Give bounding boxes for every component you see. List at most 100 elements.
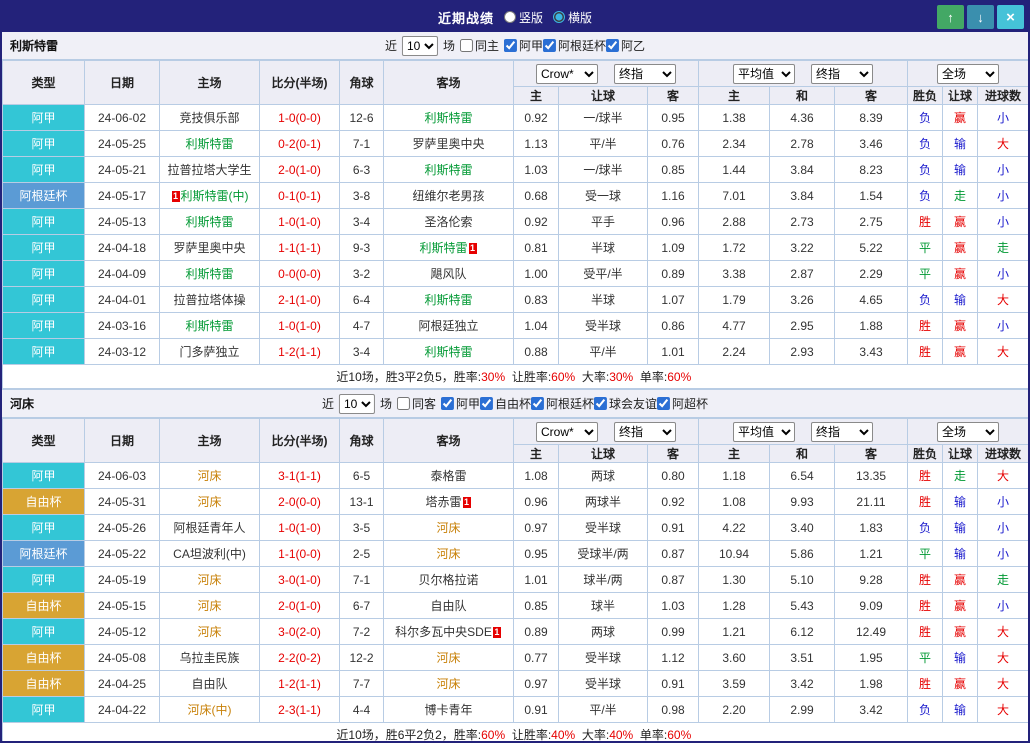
league-filter-checkbox-input[interactable] (594, 396, 608, 410)
away-team-cell[interactable]: 博卡青年 (383, 696, 514, 723)
same-venue-checkbox-input[interactable] (459, 39, 473, 52)
match-count-select[interactable]: 10 (401, 35, 438, 56)
away-team-cell[interactable]: 利斯特雷 (383, 338, 514, 365)
league-filter-checkbox-input[interactable] (480, 396, 493, 410)
league-filter-checkbox[interactable]: 阿根廷杯 (543, 37, 606, 54)
league-filter-checkbox[interactable]: 阿根廷杯 (531, 395, 594, 412)
league-filter-checkbox-input[interactable] (543, 38, 557, 52)
match-score[interactable]: 0-1(0-1) (259, 182, 340, 209)
away-team-cell[interactable]: 圣洛伦索 (383, 208, 514, 235)
league-filter-checkbox[interactable]: 阿甲 (504, 37, 543, 54)
same-venue-checkbox[interactable]: 同客 (396, 395, 436, 412)
away-team-cell[interactable]: 利斯特雷 1 (383, 234, 514, 261)
match-score[interactable]: 0-0(0-0) (259, 260, 340, 287)
match-score[interactable]: 2-0(0-0) (259, 488, 340, 515)
match-score[interactable]: 1-0(1-0) (259, 208, 340, 235)
average-select[interactable]: 平均值 (733, 63, 795, 84)
match-score[interactable]: 3-0(1-0) (259, 566, 340, 593)
match-score[interactable]: 3-1(1-1) (259, 462, 340, 489)
home-team-cell[interactable]: 河床 (159, 592, 260, 619)
match-score[interactable]: 2-3(1-1) (259, 696, 340, 723)
away-team-cell[interactable]: 河床 (383, 540, 514, 567)
home-team-cell[interactable]: 河床(中) (159, 696, 260, 723)
league-filter-checkbox[interactable]: 自由杯 (480, 395, 531, 412)
match-score[interactable]: 3-0(2-0) (259, 618, 340, 645)
league-filter-checkbox-input[interactable] (531, 396, 545, 410)
away-team-cell[interactable]: 河床 (383, 644, 514, 671)
away-team-cell[interactable]: 贝尔格拉诺 (383, 566, 514, 593)
odds-final-select[interactable]: 终指 (614, 63, 676, 84)
home-team-cell[interactable]: 利斯特雷 (159, 312, 260, 339)
home-team-cell[interactable]: 自由队 (159, 670, 260, 697)
away-team-cell[interactable]: 科尔多瓦中央SDE 1 (383, 618, 514, 645)
horizontal-radio-input[interactable] (553, 11, 565, 23)
home-team-cell[interactable]: 门多萨独立 (159, 338, 260, 365)
match-score[interactable]: 2-0(1-0) (259, 156, 340, 183)
move-up-button[interactable]: ↑ (937, 5, 964, 29)
away-team-cell[interactable]: 塔赤雷 1 (383, 488, 514, 515)
league-filter-checkbox[interactable]: 阿甲 (440, 395, 480, 412)
league-filter-checkbox-input[interactable] (657, 396, 671, 410)
match-score[interactable]: 1-1(1-1) (259, 234, 340, 261)
league-filter-checkbox[interactable]: 阿乙 (606, 37, 645, 54)
away-team-cell[interactable]: 阿根廷独立 (383, 312, 514, 339)
away-team-cell[interactable]: 利斯特雷 (383, 104, 514, 131)
home-team-cell[interactable]: 河床 (159, 462, 260, 489)
home-team-cell[interactable]: 罗萨里奥中央 (159, 234, 260, 261)
layout-radio-vertical[interactable]: 竖版 (503, 9, 543, 26)
scope-select[interactable]: 全场 (937, 63, 999, 84)
home-team-cell[interactable]: 河床 (159, 618, 260, 645)
league-filter-checkbox-input[interactable] (440, 396, 454, 410)
close-button[interactable]: × (997, 5, 1024, 29)
away-team-cell[interactable]: 纽维尔老男孩 (383, 182, 514, 209)
match-score[interactable]: 1-0(1-0) (259, 312, 340, 339)
match-score[interactable]: 2-1(1-0) (259, 286, 340, 313)
away-team-cell[interactable]: 河床 (383, 514, 514, 541)
odds-company-select[interactable]: Crow* (536, 421, 598, 442)
match-score[interactable]: 1-2(1-1) (259, 670, 340, 697)
home-team-cell[interactable]: 利斯特雷 (159, 208, 260, 235)
home-team-cell[interactable]: 河床 (159, 488, 260, 515)
home-team-cell[interactable]: 1 利斯特雷(中) (159, 182, 260, 209)
match-score[interactable]: 1-1(0-0) (259, 540, 340, 567)
match-score[interactable]: 1-0(0-0) (259, 104, 340, 131)
away-team-cell[interactable]: 自由队 (383, 592, 514, 619)
away-team-cell[interactable]: 飓风队 (383, 260, 514, 287)
league-filter-checkbox[interactable]: 球会友谊 (594, 395, 657, 412)
layout-radio-horizontal[interactable]: 横版 (553, 9, 592, 26)
average-final-select[interactable]: 终指 (811, 421, 873, 442)
match-score[interactable]: 2-0(1-0) (259, 592, 340, 619)
home-team-cell[interactable]: 拉普拉塔大学生 (159, 156, 260, 183)
home-team-cell[interactable]: 河床 (159, 566, 260, 593)
match-score[interactable]: 2-2(0-2) (259, 644, 340, 671)
odds-company-select[interactable]: Crow* (536, 63, 598, 84)
vertical-radio-input[interactable] (503, 11, 516, 23)
away-team-cell[interactable]: 罗萨里奥中央 (383, 130, 514, 157)
away-team-cell[interactable]: 利斯特雷 (383, 286, 514, 313)
away-team-cell[interactable]: 泰格雷 (383, 462, 514, 489)
league-filter-checkbox-input[interactable] (606, 38, 620, 52)
same-venue-checkbox[interactable]: 同主 (459, 37, 499, 54)
home-team-cell[interactable]: 利斯特雷 (159, 260, 260, 287)
home-team-cell[interactable]: CA坦波利(中) (159, 540, 260, 567)
same-venue-checkbox-input[interactable] (396, 397, 410, 410)
match-score[interactable]: 0-2(0-1) (259, 130, 340, 157)
scope-select[interactable]: 全场 (937, 421, 999, 442)
average-final-select[interactable]: 终指 (811, 63, 873, 84)
move-down-button[interactable]: ↓ (967, 5, 994, 29)
match-score[interactable]: 1-2(1-1) (259, 338, 340, 365)
home-team-cell[interactable]: 拉普拉塔体操 (159, 286, 260, 313)
home-team-cell[interactable]: 乌拉圭民族 (159, 644, 260, 671)
league-filter-checkbox-input[interactable] (504, 38, 517, 52)
away-team-cell[interactable]: 利斯特雷 (383, 156, 514, 183)
match-count-select[interactable]: 10 (338, 393, 375, 414)
home-team-cell[interactable]: 竞技俱乐部 (159, 104, 260, 131)
away-team-cell[interactable]: 河床 (383, 670, 514, 697)
home-team-cell[interactable]: 阿根廷青年人 (159, 514, 260, 541)
average-select[interactable]: 平均值 (733, 421, 795, 442)
league-filter-checkbox[interactable]: 阿超杯 (657, 395, 708, 412)
corner-score: 6-7 (339, 592, 384, 619)
match-score[interactable]: 1-0(1-0) (259, 514, 340, 541)
odds-final-select[interactable]: 终指 (614, 421, 676, 442)
home-team-cell[interactable]: 利斯特雷 (159, 130, 260, 157)
